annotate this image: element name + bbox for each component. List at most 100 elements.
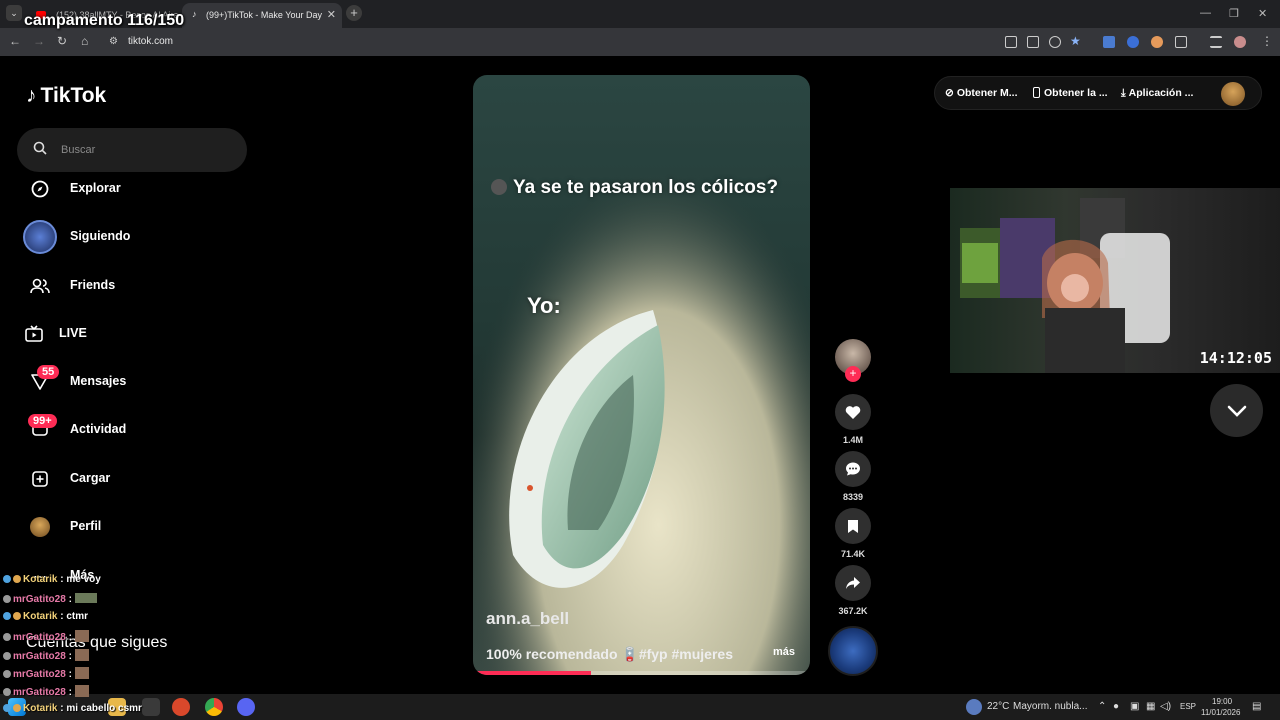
language-indicator[interactable]: ESP bbox=[1180, 702, 1196, 711]
chat-badge-icon bbox=[3, 652, 11, 660]
desktop-app-button[interactable]: ⤓ Aplicación ... bbox=[1121, 87, 1193, 100]
sidebar-item-label: Mensajes bbox=[70, 374, 127, 388]
share-button[interactable]: 367.2K bbox=[835, 565, 871, 616]
account-avatar[interactable] bbox=[1221, 82, 1245, 106]
close-window-icon[interactable]: ✕ bbox=[1258, 7, 1267, 20]
weather-desc[interactable]: Mayorm. nubla... bbox=[1013, 701, 1087, 712]
microphone-icon[interactable]: ● bbox=[1113, 701, 1119, 712]
sound-disc-icon[interactable] bbox=[828, 626, 878, 676]
bookmark-star-icon[interactable]: ★ bbox=[1070, 34, 1081, 48]
video-author[interactable]: ann.a_bell bbox=[486, 609, 569, 629]
chat-badge-icon bbox=[3, 575, 11, 583]
get-app-button[interactable]: Obtener la ... bbox=[1033, 87, 1108, 99]
comment-button[interactable]: 8339 bbox=[835, 451, 871, 502]
chat-badge-icon bbox=[3, 704, 11, 712]
chat-badge-icon bbox=[13, 612, 21, 620]
friends-icon bbox=[30, 278, 50, 294]
next-video-button[interactable] bbox=[1210, 384, 1263, 437]
close-tab-icon[interactable]: ✕ bbox=[327, 8, 336, 21]
follow-plus-icon[interactable]: + bbox=[845, 366, 861, 382]
tab-tiktok[interactable]: ♪ (99+)TikTok - Make Your Day ✕ bbox=[182, 3, 342, 28]
volume-icon[interactable]: ◁) bbox=[1160, 701, 1171, 712]
tray-chevron-icon[interactable]: ⌃ bbox=[1098, 701, 1106, 712]
search-input[interactable] bbox=[61, 140, 231, 160]
minimize-icon[interactable]: — bbox=[1200, 7, 1211, 19]
sidebar-item-label: LIVE bbox=[59, 326, 87, 340]
zoom-icon[interactable] bbox=[1049, 36, 1061, 48]
webcam-scene-image bbox=[960, 198, 1170, 373]
sidebar-item-label: Explorar bbox=[70, 181, 121, 195]
upload-icon bbox=[32, 471, 48, 487]
sidebar-item-perfil[interactable]: Perfil bbox=[22, 509, 242, 545]
chat-message: Kotarik : me voy bbox=[3, 574, 101, 585]
tiktok-logo[interactable]: ♪ TikTok bbox=[26, 84, 106, 108]
new-tab-button[interactable]: + bbox=[346, 5, 362, 21]
following-avatar-icon bbox=[23, 220, 57, 254]
cast-icon[interactable] bbox=[1005, 36, 1017, 48]
sidebar-item-cargar[interactable]: Cargar bbox=[22, 461, 242, 497]
url-text[interactable]: tiktok.com bbox=[128, 36, 173, 47]
search-box[interactable] bbox=[17, 128, 247, 172]
translate-icon[interactable] bbox=[1027, 36, 1039, 48]
browser-menu-icon[interactable]: ⋮ bbox=[1261, 34, 1273, 48]
clock-time[interactable]: 19:00 bbox=[1212, 697, 1232, 706]
extension-translate-icon[interactable] bbox=[1103, 36, 1115, 48]
site-info-icon[interactable]: ⚙ bbox=[109, 36, 118, 47]
clock-date[interactable]: 11/01/2026 bbox=[1201, 708, 1240, 717]
emoji-icon bbox=[491, 179, 507, 195]
sidebar-item-siguiendo[interactable]: Siguiendo bbox=[22, 219, 242, 255]
weather-icon bbox=[966, 699, 982, 715]
taskbar: 22°C Mayorm. nubla... ⌃ ● ▣ ▦ ◁) ESP 19:… bbox=[0, 694, 1280, 720]
sidebar-item-explorar[interactable]: Explorar bbox=[22, 171, 242, 207]
heart-icon bbox=[845, 405, 861, 419]
emote-icon bbox=[74, 667, 89, 679]
app-icon[interactable] bbox=[142, 698, 160, 716]
reload-icon[interactable]: ↻ bbox=[57, 34, 67, 48]
extension-audio-icon[interactable] bbox=[1127, 36, 1139, 48]
discord-icon[interactable] bbox=[237, 698, 255, 716]
phone-icon bbox=[1033, 87, 1040, 98]
weather-temp[interactable]: 22°C bbox=[987, 701, 1009, 712]
sidebar-item-label: Siguiendo bbox=[70, 229, 131, 243]
header-actions: ⊘ Obtener M... Obtener la ... ⤓ Aplicación… bbox=[934, 76, 1262, 110]
network-icon[interactable]: ▦ bbox=[1146, 701, 1155, 712]
tray-app-icon[interactable]: ▣ bbox=[1130, 701, 1139, 712]
video-progress-fill bbox=[473, 671, 591, 675]
tab-list-chevron-icon[interactable]: ⌄ bbox=[6, 5, 22, 21]
video-player[interactable]: Ya se te pasaron los cólicos? Yo: ann.a_… bbox=[473, 75, 810, 675]
video-caption-question: Ya se te pasaron los cólicos? bbox=[491, 177, 778, 199]
back-icon[interactable]: ← bbox=[9, 34, 21, 48]
creator-avatar[interactable]: + bbox=[835, 339, 871, 382]
sidebar-item-label: Cargar bbox=[70, 471, 111, 485]
video-progress-bar[interactable] bbox=[473, 671, 810, 675]
live-tv-icon bbox=[25, 325, 43, 342]
chat-badge-icon bbox=[3, 595, 11, 603]
address-bar: ← → ↻ ⌂ ⚙ tiktok.com ★ ⋮ bbox=[0, 28, 1280, 56]
webcam-clock: 14:12:05 bbox=[1199, 349, 1272, 367]
video-frame-iron-image bbox=[473, 75, 810, 675]
sidebar-item-friends[interactable]: Friends bbox=[22, 268, 242, 304]
sidebar-item-label: Perfil bbox=[70, 519, 102, 533]
save-count: 71.4K bbox=[840, 549, 866, 559]
overwolf-icon[interactable] bbox=[172, 698, 190, 716]
emote-icon bbox=[74, 649, 89, 661]
emote-icon bbox=[74, 630, 89, 642]
maximize-icon[interactable]: ❐ bbox=[1229, 7, 1239, 20]
video-description: 100% recomendado 🪫#fyp #mujeres bbox=[486, 646, 733, 662]
extensions-puzzle-icon[interactable] bbox=[1175, 36, 1187, 48]
like-button[interactable]: 1.4M bbox=[835, 394, 871, 445]
extension-orange-icon[interactable] bbox=[1151, 36, 1163, 48]
home-icon[interactable]: ⌂ bbox=[81, 34, 88, 48]
save-button[interactable]: 71.4K bbox=[835, 508, 871, 559]
chrome-icon[interactable] bbox=[205, 698, 223, 716]
forward-icon[interactable]: → bbox=[33, 34, 45, 48]
notifications-icon[interactable]: ▤ bbox=[1252, 701, 1261, 712]
sidebar-item-mensajes[interactable]: 55 Mensajes bbox=[22, 364, 242, 400]
sidebar-item-live[interactable]: LIVE bbox=[22, 316, 242, 352]
get-coins-button[interactable]: ⊘ Obtener M... bbox=[945, 87, 1018, 99]
sidebar-item-actividad[interactable]: 99+ Actividad bbox=[22, 412, 242, 448]
reading-list-icon[interactable] bbox=[1210, 36, 1222, 48]
chat-message: Kotarik : ctmr bbox=[3, 611, 88, 622]
video-more-button[interactable]: más bbox=[773, 646, 795, 658]
profile-avatar-icon[interactable] bbox=[1234, 36, 1246, 48]
